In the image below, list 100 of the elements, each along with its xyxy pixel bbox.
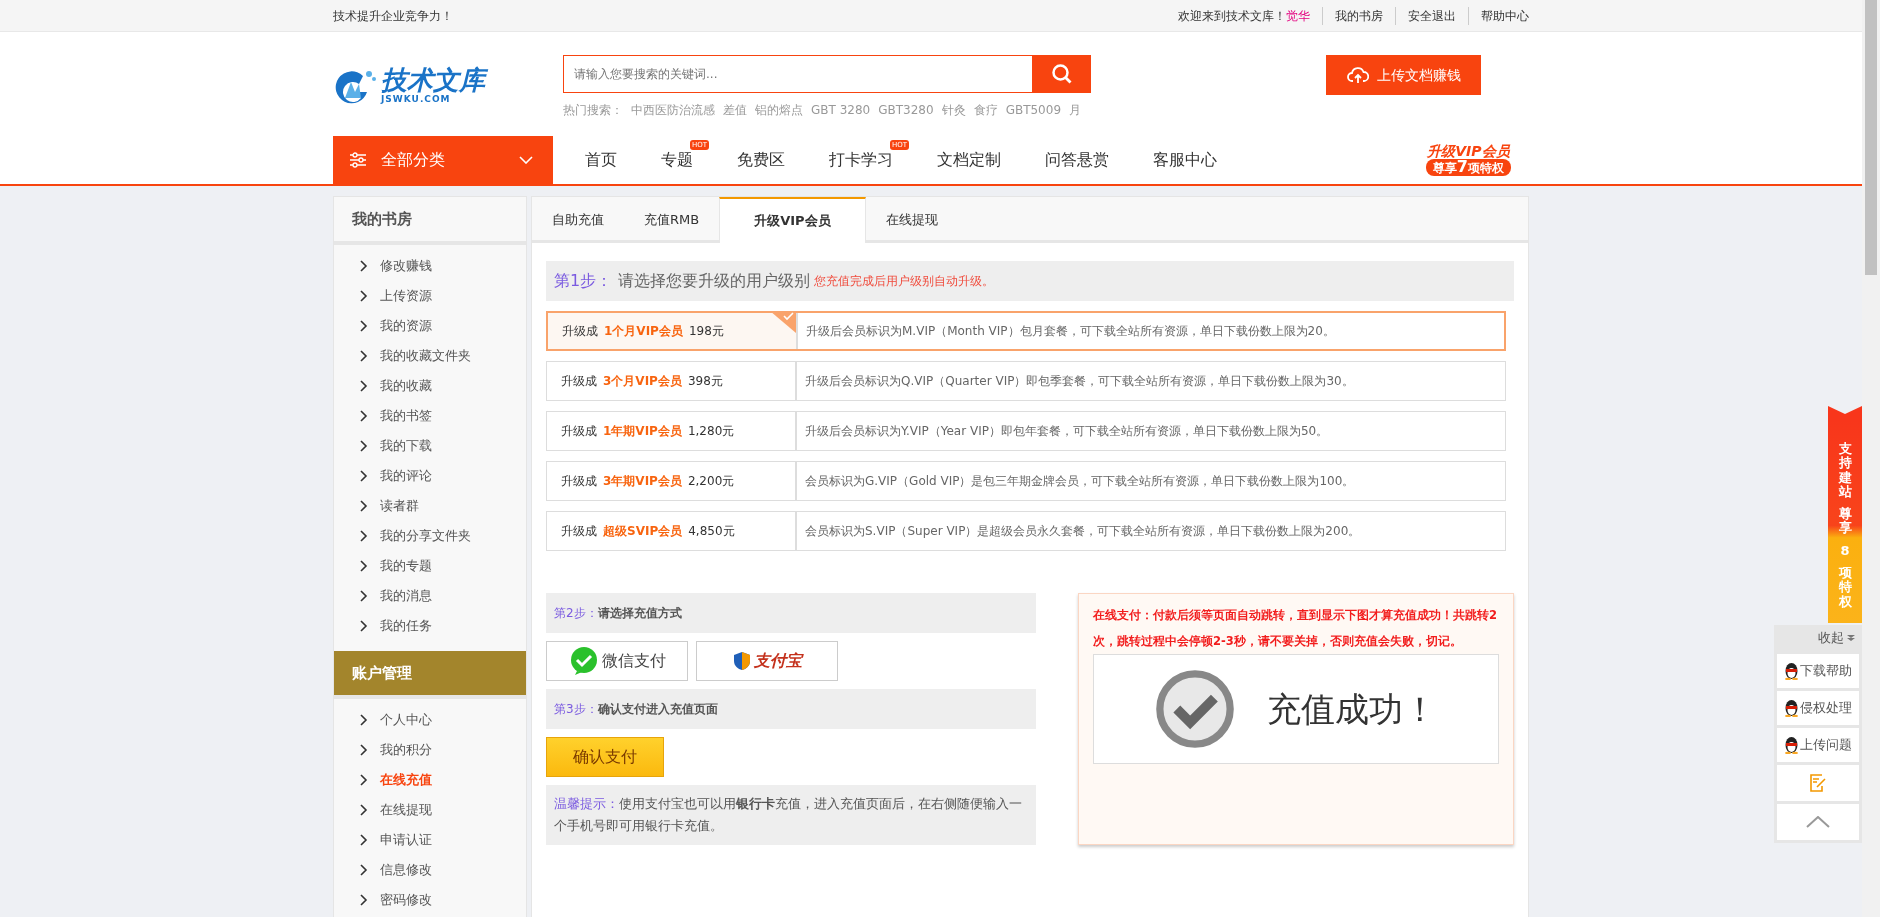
payment-option[interactable]: 微信支付 — [546, 641, 688, 681]
privilege-badge: 尊享7项特权 — [1425, 159, 1511, 177]
nav-link[interactable]: 免费区 — [737, 150, 785, 169]
chevron-icon — [360, 620, 368, 632]
upload-button[interactable]: 上传文档赚钱 — [1326, 55, 1481, 95]
logo-icon — [333, 68, 377, 106]
sidebar-link[interactable]: 我的下载 — [334, 431, 526, 461]
help-link[interactable]: 上传问题 — [1777, 728, 1859, 762]
slogan-text: 技术提升企业竞争力！ — [333, 7, 453, 25]
chevron-icon — [360, 410, 368, 422]
ribbon-text: 项特权 — [1838, 566, 1852, 609]
double-chevron-icon — [1847, 634, 1855, 642]
chevron-icon — [360, 380, 368, 392]
penguin-icon — [1784, 662, 1799, 680]
sidebar-link[interactable]: 我的资源 — [334, 311, 526, 341]
plan-description: 升级后会员标识为Y.VIP（Year VIP）即包年套餐，可下载全站所有资源，单日下载份数上限为50。 — [804, 423, 1329, 440]
sidebar-link[interactable]: 我的积分 — [334, 735, 526, 765]
sidebar-link[interactable]: 上传资源 — [334, 281, 526, 311]
cloud-upload-icon — [1346, 66, 1369, 84]
sidebar-link[interactable]: 我的收藏文件夹 — [334, 341, 526, 371]
search-field[interactable]: 请输入您要搜索的关键词... — [563, 55, 1033, 93]
category-button[interactable]: 全部分类 — [333, 136, 553, 184]
plan-name: 超级SVIP会员 — [603, 523, 683, 540]
chevron-down-icon — [519, 156, 533, 164]
chevron-icon — [360, 260, 368, 272]
top-link[interactable]: 我的书房 — [1322, 6, 1383, 25]
top-link[interactable]: 帮助中心 — [1468, 6, 1529, 25]
plan-name: 3个月VIP会员 — [603, 373, 682, 390]
username-link[interactable]: 觉华 — [1286, 6, 1310, 25]
sidebar-link[interactable]: 信息修改 — [334, 855, 526, 885]
plan-option[interactable]: 升级成 1年期VIP会员 1,280元 升级后会员标识为Y.VIP（Year VIP）即包年套餐，可下载全站所有资源，单日下载份数上限为50。 — [546, 411, 1506, 451]
help-link[interactable]: 侵权处理 — [1777, 691, 1859, 725]
top-link[interactable]: 安全退出 — [1395, 6, 1456, 25]
plan-price: 1,280元 — [687, 423, 735, 440]
nav-link[interactable]: 打卡学习 — [829, 150, 893, 169]
collapse-link[interactable]: 收起 — [1818, 628, 1844, 648]
tab[interactable]: 充值RMB — [624, 197, 720, 240]
chevron-icon — [360, 530, 368, 542]
nav-link[interactable]: 客服中心 — [1153, 150, 1217, 169]
ribbon-notch-icon — [1828, 406, 1862, 420]
chevron-icon — [360, 350, 368, 362]
chevron-icon — [360, 560, 368, 572]
step-label: 第2步： — [554, 605, 598, 622]
sidebar-heading: 我的书房 — [334, 197, 526, 245]
sidebar-link[interactable]: 我的任务 — [334, 611, 526, 641]
chevron-icon — [360, 440, 368, 452]
check-circle-icon — [1155, 669, 1235, 749]
tab[interactable]: 自助充值 — [532, 197, 624, 240]
sidebar-link[interactable]: 我的收藏 — [334, 371, 526, 401]
sidebar-link[interactable]: 我的专题 — [334, 551, 526, 581]
sidebar-link[interactable]: 我的评论 — [334, 461, 526, 491]
ribbon-text: 8 — [1839, 543, 1851, 559]
plan-prefix: 升级成 — [561, 423, 597, 440]
chevron-icon — [360, 744, 368, 756]
plan-option[interactable]: 升级成 1个月VIP会员 198元 升级后会员标识为M.VIP（Month VIP）包月套餐，可下载全站所有资源，单日下载份数上限为20。 — [546, 311, 1506, 351]
plan-option[interactable]: 升级成 3个月VIP会员 398元 升级后会员标识为Q.VIP（Quarter VIP）即包季套餐，可下载全站所有资源，单日下载份数上限为30。 — [546, 361, 1506, 401]
step-title: 确认支付进入充值页面 — [597, 701, 718, 718]
nav-link[interactable]: 文档定制 — [937, 150, 1001, 169]
plan-option[interactable]: 升级成 超级SVIP会员 4,850元 会员标识为S.VIP（Super VIP）是超级会员永久套餐，可下载全站所有资源，单日下载份数上限为200。 — [546, 511, 1506, 551]
sidebar-link[interactable]: 密码修改 — [334, 885, 526, 915]
back-to-top-button[interactable] — [1777, 804, 1859, 840]
tab[interactable]: 在线提现 — [865, 197, 958, 240]
chevron-icon — [360, 834, 368, 846]
step-note: 您充值完成后用户级别自动升级。 — [814, 273, 995, 290]
sidebar-link[interactable]: 我的书签 — [334, 401, 526, 431]
help-link[interactable]: 下载帮助 — [1777, 654, 1859, 688]
chevron-icon — [360, 894, 368, 906]
notice-text: 在线支付：付款后须等页面自动跳转，直到显示下图才算充值成功！共跳转2次，跳转过程中会停顿2-3秒，请不要关掉，否则充值会失败，切记。 — [1093, 607, 1498, 650]
ribbon-text: 支持建站 — [1838, 442, 1852, 500]
confirm-pay-button[interactable]: 确认支付 — [546, 737, 664, 777]
step-label: 第3步： — [554, 701, 598, 718]
vip-promo-link[interactable]: 升级VIP会员 — [1427, 143, 1510, 160]
tab[interactable]: 升级VIP会员 — [719, 197, 866, 243]
penguin-icon — [1784, 736, 1799, 754]
sidebar-link[interactable]: 读者群 — [334, 491, 526, 521]
plan-price: 398元 — [687, 373, 723, 390]
nav-link[interactable]: 首页 — [585, 150, 617, 169]
plan-option[interactable]: 升级成 3年期VIP会员 2,200元 会员标识为G.VIP（Gold VIP）是包三年期金牌会员，可下载全站所有资源，单日下载份数上限为100。 — [546, 461, 1506, 501]
filter-icon — [349, 152, 367, 168]
sidebar-link[interactable]: 修改赚钱 — [334, 251, 526, 281]
plan-price: 4,850元 — [688, 523, 735, 540]
sidebar-link[interactable]: 个人中心 — [334, 705, 526, 735]
search-button[interactable] — [1033, 55, 1091, 93]
plan-description: 升级后会员标识为M.VIP（Month VIP）包月套餐，可下载全站所有资源，单日下载份数上限为20。 — [805, 323, 1335, 340]
nav-link[interactable]: 专题 — [661, 150, 693, 169]
sidebar-link[interactable]: 申请认证 — [334, 825, 526, 855]
tip-text: 温馨提示：使用支付宝也可以用银行卡充值，进入充值页面后，在右侧随便输入一个手机号即可用银行卡充值。 — [546, 785, 1036, 845]
plan-prefix: 升级成 — [561, 373, 597, 390]
chevron-up-icon — [1806, 816, 1830, 828]
payment-option[interactable]: 支付宝 — [696, 641, 838, 681]
sidebar-link[interactable]: 在线提现 — [334, 795, 526, 825]
shield-icon — [732, 651, 751, 671]
hot-search-label: 热门搜索： — [563, 102, 623, 119]
sidebar-link[interactable]: 我的消息 — [334, 581, 526, 611]
check-corner-icon — [770, 311, 796, 333]
sidebar-link[interactable]: 我的分享文件夹 — [334, 521, 526, 551]
step-title: 请选择充值方式 — [597, 605, 682, 622]
feedback-button[interactable] — [1777, 765, 1859, 801]
search-icon — [1051, 63, 1073, 85]
nav-link[interactable]: 问答悬赏 — [1045, 150, 1109, 169]
